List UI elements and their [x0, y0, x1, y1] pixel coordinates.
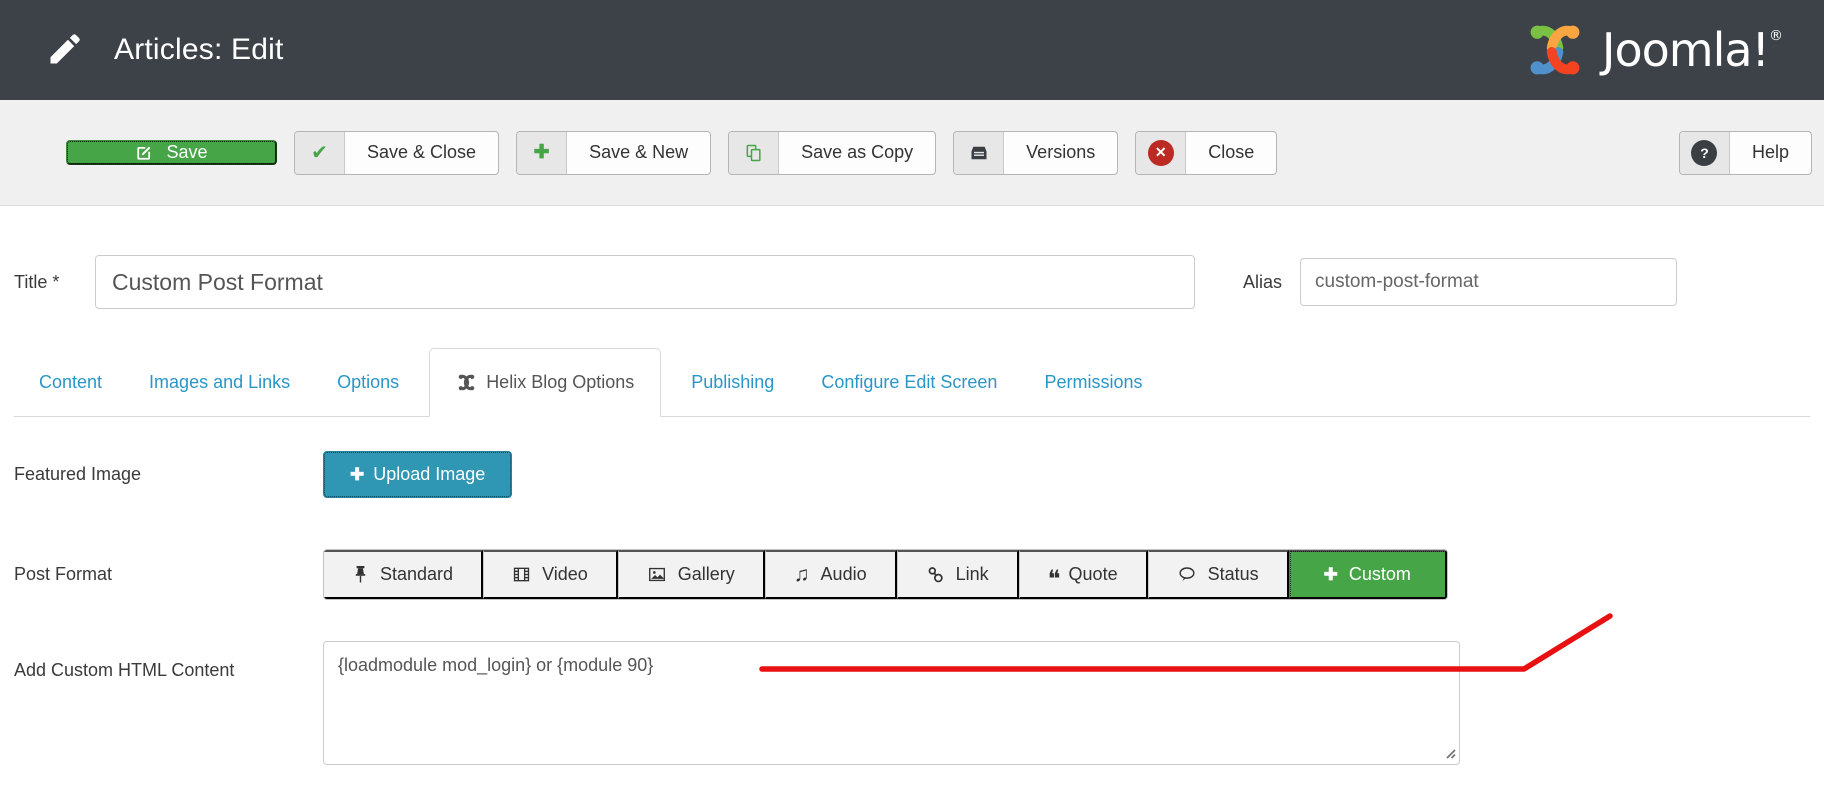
versions-label: Versions	[1004, 132, 1117, 174]
close-circle-icon: ✕	[1136, 132, 1186, 174]
custom-html-textarea-wrap: {loadmodule mod_login} or {module 90}	[323, 641, 1460, 765]
helix-blog-options-panel: Featured Image ✚ Upload Image Post Forma…	[14, 417, 1810, 765]
pencil-icon	[46, 32, 82, 68]
registered-mark: ®	[1769, 28, 1782, 44]
edit-square-icon	[135, 143, 154, 162]
tab-configure-edit-screen[interactable]: Configure Edit Screen	[804, 348, 1014, 416]
post-format-custom-label: Custom	[1349, 564, 1411, 585]
tab-images-and-links[interactable]: Images and Links	[132, 348, 307, 416]
plus-icon: ✚	[350, 465, 364, 485]
save-as-copy-button[interactable]: Save as Copy	[728, 131, 936, 175]
tab-permissions[interactable]: Permissions	[1027, 348, 1159, 416]
film-icon	[512, 565, 531, 584]
post-format-row: Post Format Standard Video Gallery ♫ Aud…	[14, 549, 1810, 600]
joomla-knot-icon	[456, 372, 477, 393]
post-format-video[interactable]: Video	[483, 550, 618, 599]
custom-html-row: Add Custom HTML Content {loadmodule mod_…	[14, 641, 1810, 765]
post-format-status-label: Status	[1208, 564, 1259, 585]
post-format-audio[interactable]: ♫ Audio	[765, 550, 897, 599]
post-format-gallery[interactable]: Gallery	[618, 550, 765, 599]
tab-helix-blog-options-label: Helix Blog Options	[486, 372, 634, 393]
alias-label: Alias	[1243, 272, 1282, 293]
joomla-logo: Joomla!®	[1522, 17, 1782, 83]
save-and-new-label: Save & New	[567, 132, 710, 174]
tab-publishing[interactable]: Publishing	[674, 348, 791, 416]
tab-options[interactable]: Options	[320, 348, 416, 416]
title-label: Title *	[14, 272, 95, 293]
tab-helix-blog-options[interactable]: Helix Blog Options	[429, 348, 661, 417]
app-header: Articles: Edit Joomla!®	[0, 0, 1824, 100]
custom-html-textarea[interactable]: {loadmodule mod_login} or {module 90}	[323, 641, 1460, 765]
pushpin-icon	[352, 565, 369, 584]
post-format-video-label: Video	[542, 564, 588, 585]
close-label: Close	[1186, 132, 1276, 174]
archive-icon	[954, 132, 1004, 174]
joomla-logo-text: Joomla!®	[1602, 23, 1782, 77]
save-button-label: Save	[166, 142, 207, 163]
post-format-gallery-label: Gallery	[678, 564, 735, 585]
post-format-label: Post Format	[14, 564, 323, 585]
question-circle-icon: ?	[1680, 132, 1730, 174]
save-button[interactable]: Save	[66, 140, 277, 165]
custom-html-label: Add Custom HTML Content	[14, 641, 323, 681]
post-format-standard[interactable]: Standard	[324, 550, 483, 599]
post-format-standard-label: Standard	[380, 564, 453, 585]
versions-button[interactable]: Versions	[953, 131, 1118, 175]
save-and-close-label: Save & Close	[345, 132, 498, 174]
post-format-custom[interactable]: ✚ Custom	[1289, 550, 1447, 599]
tab-content[interactable]: Content	[22, 348, 119, 416]
title-row: Title * Alias	[14, 255, 1810, 309]
check-icon: ✔	[295, 132, 345, 174]
featured-image-label: Featured Image	[14, 464, 323, 485]
plus-icon: ✚	[1324, 565, 1338, 585]
save-and-new-button[interactable]: ✚ Save & New	[516, 131, 711, 175]
post-format-link-label: Link	[956, 564, 989, 585]
link-icon	[926, 565, 945, 584]
post-format-group: Standard Video Gallery ♫ Audio Link	[323, 549, 1448, 600]
post-format-quote[interactable]: ❝ Quote	[1019, 550, 1148, 599]
featured-image-row: Featured Image ✚ Upload Image	[14, 451, 1810, 498]
joomla-logo-icon	[1522, 17, 1588, 83]
plus-icon: ✚	[517, 132, 567, 174]
save-as-copy-label: Save as Copy	[779, 132, 935, 174]
toolbar: Save ✔ Save & Close ✚ Save & New Save as…	[0, 100, 1824, 206]
speech-bubble-icon	[1177, 565, 1197, 584]
alias-input[interactable]	[1300, 258, 1677, 306]
help-label: Help	[1730, 132, 1811, 174]
upload-image-button[interactable]: ✚ Upload Image	[323, 451, 512, 498]
close-button[interactable]: ✕ Close	[1135, 131, 1277, 175]
textarea-resize-handle[interactable]	[1443, 746, 1456, 759]
page-title: Articles: Edit	[114, 33, 284, 67]
upload-image-label: Upload Image	[373, 464, 485, 485]
post-format-quote-label: Quote	[1069, 564, 1118, 585]
copy-icon	[729, 132, 779, 174]
help-button[interactable]: ? Help	[1679, 131, 1812, 175]
post-format-audio-label: Audio	[821, 564, 867, 585]
post-format-link[interactable]: Link	[897, 550, 1019, 599]
post-format-status[interactable]: Status	[1148, 550, 1289, 599]
title-input[interactable]	[95, 255, 1195, 309]
tab-bar: Content Images and Links Options Helix B…	[14, 348, 1810, 417]
image-icon	[647, 565, 667, 584]
article-edit-form: Title * Alias Content Images and Links O…	[0, 255, 1824, 765]
music-note-icon: ♫	[794, 564, 810, 585]
save-and-close-button[interactable]: ✔ Save & Close	[294, 131, 499, 175]
